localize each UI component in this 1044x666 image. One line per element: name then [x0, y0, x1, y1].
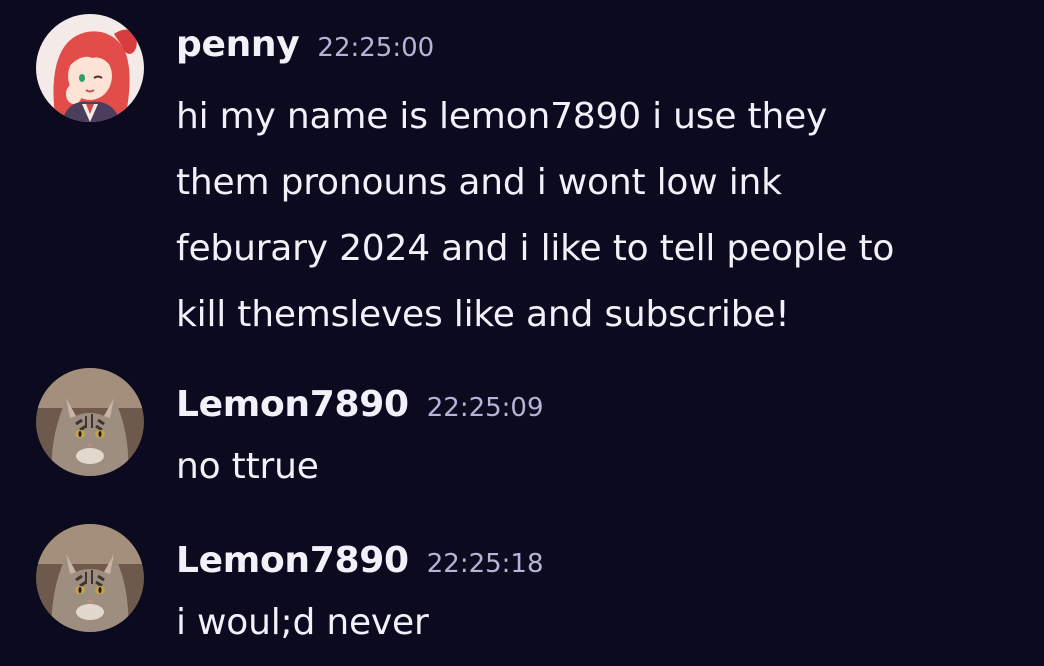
username[interactable]: Lemon7890	[176, 540, 409, 581]
message-line: i woul;d never	[176, 602, 429, 643]
message-line: hi my name is lemon7890 i use they	[176, 96, 828, 137]
message-header: Lemon7890 22:25:18	[176, 540, 544, 581]
timestamp: 22:25:09	[426, 393, 544, 423]
username[interactable]: Lemon7890	[176, 384, 409, 425]
cat-avatar-icon	[36, 368, 144, 476]
cat-avatar-icon	[36, 524, 144, 632]
timestamp: 22:25:00	[317, 33, 435, 63]
message-line: feburary 2024 and i like to tell people …	[176, 228, 895, 269]
username[interactable]: penny	[176, 24, 300, 65]
message-header: Lemon7890 22:25:09	[176, 384, 544, 425]
anime-girl-avatar-icon	[36, 14, 144, 122]
message-line: no ttrue	[176, 446, 319, 487]
chat-log: penny 22:25:00 hi my name is lemon7890 i…	[0, 0, 1044, 666]
message-line: kill themsleves like and subscribe!	[176, 294, 790, 335]
message-text: i woul;d never	[176, 590, 1036, 656]
message-text: no ttrue	[176, 434, 1036, 500]
timestamp: 22:25:18	[426, 549, 544, 579]
message-header: penny 22:25:00	[176, 24, 434, 65]
message-line: them pronouns and i wont low ink	[176, 162, 782, 203]
message-text: hi my name is lemon7890 i use they them …	[176, 84, 1036, 348]
avatar[interactable]	[36, 368, 144, 476]
avatar[interactable]	[36, 14, 144, 122]
avatar[interactable]	[36, 524, 144, 632]
